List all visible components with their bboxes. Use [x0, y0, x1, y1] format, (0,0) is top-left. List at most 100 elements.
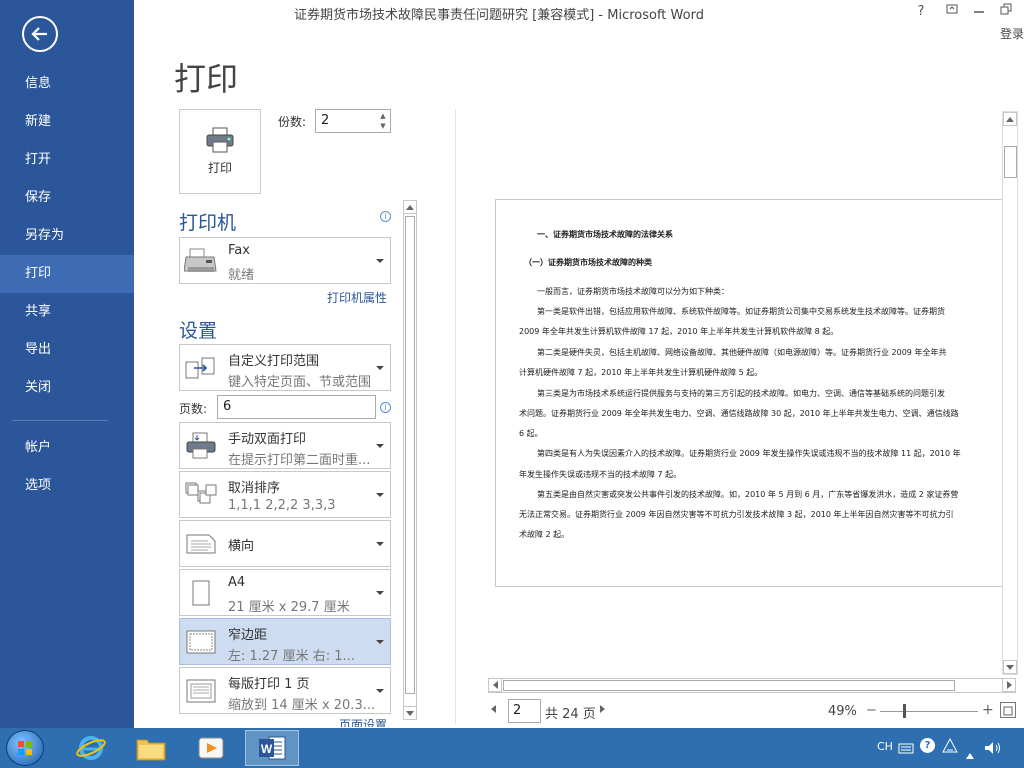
zoom-slider-track[interactable]: [880, 711, 978, 712]
settings-heading: 设置: [179, 320, 218, 342]
collate-title: 取消排序: [228, 481, 281, 496]
print-button[interactable]: 打印: [179, 109, 261, 194]
printer-name: Fax: [228, 243, 250, 258]
file-explorer-icon[interactable]: [124, 730, 178, 766]
printer-status: 就绪: [228, 268, 255, 283]
help-tray-icon[interactable]: ?: [920, 738, 935, 753]
scroll-thumb[interactable]: [1004, 146, 1017, 178]
scroll-thumb[interactable]: [405, 216, 415, 694]
sidebar-item-info[interactable]: 信息: [0, 65, 134, 103]
zoom-out-icon[interactable]: −: [866, 703, 877, 718]
language-indicator[interactable]: CH: [877, 740, 893, 753]
print-range-dropdown[interactable]: 自定义打印范围 键入特定页面、节或范围: [179, 344, 391, 391]
doc-line: 第一类是软件出错，包括应用软件故障、系统软件故障等。如证券期货公司集中交易系统发…: [537, 307, 945, 316]
scroll-right-icon[interactable]: [1002, 678, 1016, 692]
pages-per-sheet-dropdown[interactable]: 每版打印 1 页 缩放到 14 厘米 x 20.3...: [179, 667, 391, 714]
zoom-slider-thumb[interactable]: [903, 704, 906, 718]
ribbon-display-icon[interactable]: [941, 3, 963, 21]
orientation-dropdown[interactable]: 横向: [179, 520, 391, 567]
info-icon[interactable]: i: [380, 402, 391, 413]
sidebar-item-new[interactable]: 新建: [0, 103, 134, 141]
copies-stepper[interactable]: 2 ▲ ▼: [315, 109, 391, 133]
paper-subtitle: 21 厘米 x 29.7 厘米: [228, 600, 350, 615]
chevron-down-icon: [376, 688, 384, 693]
printer-dropdown[interactable]: Fax 就绪: [179, 237, 391, 284]
decrement-icon[interactable]: ▼: [378, 121, 388, 131]
pages-per-sheet-title: 每版打印 1 页: [228, 677, 310, 692]
internet-explorer-icon[interactable]: [64, 730, 118, 766]
doc-line: 计算机硬件故障 7 起，2010 年上半年共发生计算机硬件故障 5 起。: [519, 368, 763, 377]
sidebar-item-print[interactable]: 打印: [0, 255, 134, 293]
window-title: 证券期货市场技术故障民事责任问题研究 [兼容模式] - Microsoft Wo…: [294, 8, 704, 23]
sidebar-item-share[interactable]: 共享: [0, 293, 134, 331]
pages-input[interactable]: 6: [217, 395, 376, 419]
info-icon[interactable]: i: [380, 211, 391, 222]
taskbar: W: [0, 728, 1024, 768]
start-button[interactable]: [6, 730, 44, 766]
help-button[interactable]: ?: [910, 3, 932, 21]
margins-icon: [183, 626, 219, 658]
doc-line: 第四类是有人为失误因素介入的技术故障。证券期货行业 2009 年发生操作失误或违…: [537, 449, 961, 458]
orientation-title: 横向: [228, 539, 255, 554]
current-page-input[interactable]: 2: [508, 699, 541, 723]
svg-text:W: W: [261, 742, 273, 756]
copies-label: 份数:: [278, 115, 307, 129]
back-arrow-icon[interactable]: [22, 16, 58, 52]
chevron-down-icon: [376, 541, 384, 546]
duplex-dropdown[interactable]: 手动双面打印 在提示打印第二面时重...: [179, 422, 391, 469]
word-window: { "window": {"title": "证券期货市场技术故障民事责任问题研…: [0, 0, 1024, 768]
keyboard-icon[interactable]: [898, 739, 914, 758]
scroll-up-icon[interactable]: [1003, 112, 1017, 126]
scroll-up-icon[interactable]: [403, 200, 417, 214]
collate-icon: [183, 479, 219, 511]
fax-icon: [183, 245, 219, 277]
show-hidden-icons-icon[interactable]: [966, 744, 974, 763]
chevron-down-icon: [376, 492, 384, 497]
duplex-printer-icon: [183, 430, 219, 462]
minimize-icon[interactable]: [968, 3, 990, 21]
sidebar-item-account[interactable]: 帐户: [0, 429, 134, 467]
scroll-left-icon[interactable]: [488, 678, 502, 692]
next-page-icon[interactable]: [600, 705, 605, 713]
sidebar-item-export[interactable]: 导出: [0, 331, 134, 369]
preview-scrollbar[interactable]: [1002, 111, 1018, 675]
scroll-thumb[interactable]: [503, 680, 955, 691]
login-link[interactable]: 登录: [1000, 25, 1024, 42]
word-taskbar-icon[interactable]: W: [245, 730, 299, 766]
doc-heading: 一、证券期货市场技术故障的法律关系: [537, 230, 673, 239]
doc-line: 第二类是硬件失灵，包括主机故障、网络设备故障、其他硬件故障（如电源故障）等。证券…: [537, 348, 947, 357]
volume-icon[interactable]: [984, 740, 1002, 759]
pages-per-sheet-icon: [183, 675, 219, 707]
duplex-subtitle: 在提示打印第二面时重...: [228, 453, 371, 468]
prev-page-icon[interactable]: [491, 705, 496, 713]
media-player-icon[interactable]: [184, 730, 238, 766]
preview-hscrollbar[interactable]: [488, 678, 1016, 693]
doc-subheading: （一）证券期货市场技术故障的种类: [524, 258, 652, 267]
sidebar-item-open[interactable]: 打开: [0, 141, 134, 179]
sidebar-item-options[interactable]: 选项: [0, 467, 134, 505]
collate-dropdown[interactable]: 取消排序 1,1,1 2,2,2 3,3,3: [179, 471, 391, 518]
margins-dropdown[interactable]: 窄边距 左: 1.27 厘米 右: 1...: [179, 618, 391, 665]
scroll-down-icon[interactable]: [403, 706, 417, 720]
action-center-icon[interactable]: [942, 737, 958, 758]
pages-label: 页数:: [179, 402, 208, 416]
doc-line: 术问题。证券期货行业 2009 年全年共发生电力、空调、通信线路故障 30 起，…: [519, 409, 959, 418]
paper-title: A4: [228, 575, 246, 590]
chevron-down-icon: [376, 258, 384, 263]
printer-properties-link[interactable]: 打印机属性: [327, 289, 387, 306]
landscape-page-icon: [183, 528, 219, 560]
zoom-in-icon[interactable]: +: [982, 702, 994, 718]
paper-size-dropdown[interactable]: A4 21 厘米 x 29.7 厘米: [179, 569, 391, 616]
sidebar-item-close[interactable]: 关闭: [0, 369, 134, 407]
sidebar-item-save-as[interactable]: 另存为: [0, 217, 134, 255]
scroll-down-icon[interactable]: [1003, 660, 1017, 674]
zoom-percent[interactable]: 49%: [828, 704, 857, 719]
fit-page-icon[interactable]: [1000, 702, 1016, 718]
restore-icon[interactable]: [995, 3, 1017, 21]
sidebar-item-save[interactable]: 保存: [0, 179, 134, 217]
settings-scrollbar[interactable]: [403, 200, 417, 720]
collate-subtitle: 1,1,1 2,2,2 3,3,3: [228, 498, 336, 513]
increment-icon[interactable]: ▲: [378, 111, 388, 121]
page-setup-link[interactable]: 页面设置: [339, 717, 387, 727]
title-bar: 证券期货市场技术故障民事责任问题研究 [兼容模式] - Microsoft Wo…: [134, 0, 1024, 24]
